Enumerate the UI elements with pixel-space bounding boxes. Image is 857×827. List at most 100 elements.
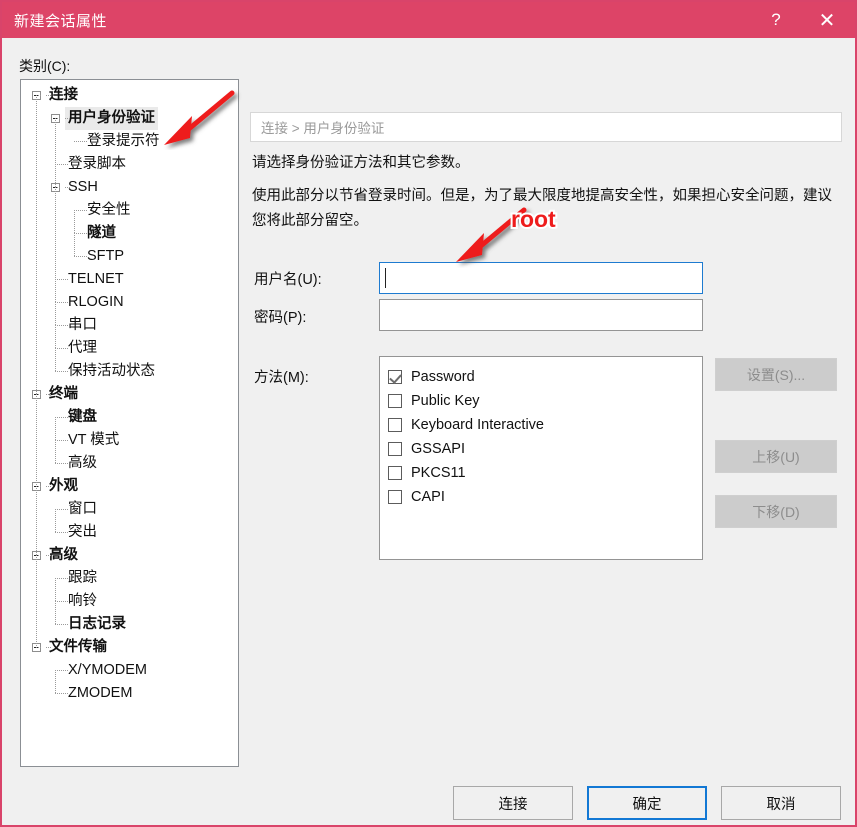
sidebar-item-label: VT 模式 — [68, 432, 120, 448]
sidebar-item-15[interactable]: VT 模式 — [21, 429, 238, 452]
sidebar-item-24[interactable]: 文件传输 — [21, 636, 238, 659]
tree-collapse-icon[interactable] — [32, 643, 41, 652]
window-title: 新建会话属性 — [14, 12, 108, 30]
sidebar-item-11[interactable]: 代理 — [21, 337, 238, 360]
move-up-button[interactable]: 上移(U) — [715, 440, 837, 473]
sidebar-item-label: 终端 — [49, 386, 78, 402]
help-icon[interactable]: ? — [753, 2, 799, 38]
tree-collapse-icon[interactable] — [32, 390, 41, 399]
sidebar-item-18[interactable]: 窗口 — [21, 498, 238, 521]
password-input[interactable] — [379, 299, 703, 331]
sidebar-item-label: 高级 — [49, 547, 78, 563]
sidebar-item-13[interactable]: 终端 — [21, 383, 238, 406]
sidebar-item-21[interactable]: 跟踪 — [21, 567, 238, 590]
method-row[interactable]: Password — [388, 365, 702, 389]
checkbox-icon[interactable] — [388, 490, 402, 504]
methods-list[interactable]: Password Public Key Keyboard Interactive GS… — [379, 356, 703, 560]
method-label: PKCS11 — [411, 465, 466, 481]
sidebar-item-label: RLOGIN — [68, 294, 124, 310]
title-bar: 新建会话属性 ? ✕ — [2, 2, 855, 38]
sidebar-item-1[interactable]: 用户身份验证 — [21, 107, 238, 130]
sidebar-item-label: 串口 — [68, 317, 97, 333]
sidebar-item-label: ZMODEM — [68, 685, 133, 701]
category-tree: 连接用户身份验证登录提示符登录脚本 SSH 安全性隧道 SFTP TELNET RLOGI… — [21, 80, 238, 705]
method-row[interactable]: CAPI — [388, 485, 702, 509]
sidebar-item-25[interactable]: X/YMODEM — [21, 659, 238, 682]
username-label: 用户名(U): — [254, 272, 322, 288]
breadcrumb: 连接 > 用户身份验证 — [250, 112, 842, 142]
sidebar-item-label: 登录脚本 — [68, 156, 126, 172]
category-tree-panel[interactable]: 连接用户身份验证登录提示符登录脚本 SSH 安全性隧道 SFTP TELNET RLOGI… — [20, 79, 239, 767]
close-icon[interactable]: ✕ — [799, 2, 855, 38]
username-input[interactable] — [379, 262, 703, 294]
method-row[interactable]: Public Key — [388, 389, 702, 413]
sidebar-item-label: 日志记录 — [68, 616, 126, 632]
sidebar-item-label: 隧道 — [87, 225, 116, 241]
connect-button[interactable]: 连接 — [453, 786, 573, 820]
session-properties-dialog: 新建会话属性 ? ✕ 类别(C): 连接 用户身份验证 登录提示符 登录脚本 SSH 安全… — [0, 0, 857, 827]
sidebar-item-label: X/YMODEM — [68, 662, 147, 678]
method-row[interactable]: Keyboard Interactive — [388, 413, 702, 437]
sidebar-item-label: 连接 — [49, 87, 78, 103]
method-row[interactable]: PKCS11 — [388, 461, 702, 485]
sidebar-item-label: 跟踪 — [68, 570, 97, 586]
checkbox-icon[interactable] — [388, 466, 402, 480]
method-label: Public Key — [411, 393, 480, 409]
checkbox-icon[interactable] — [388, 418, 402, 432]
category-label: 类别(C): — [19, 58, 71, 74]
cancel-button[interactable]: 取消 — [721, 786, 841, 820]
sidebar-item-0[interactable]: 连接 — [21, 84, 238, 107]
checkbox-icon[interactable] — [388, 394, 402, 408]
annotation-root-label: root — [509, 204, 558, 234]
sidebar-item-20[interactable]: 高级 — [21, 544, 238, 567]
method-label: Password — [411, 369, 475, 385]
tree-collapse-icon[interactable] — [32, 91, 41, 100]
methods-label: 方法(M): — [254, 370, 309, 386]
move-down-button[interactable]: 下移(D) — [715, 495, 837, 528]
sidebar-item-label: 用户身份验证 — [65, 107, 158, 130]
method-label: GSSAPI — [411, 441, 465, 457]
sidebar-item-2[interactable]: 登录提示符 — [21, 130, 238, 153]
sidebar-item-3[interactable]: 登录脚本 — [21, 153, 238, 176]
sidebar-item-label: 窗口 — [68, 501, 97, 517]
sidebar-item-9[interactable]: RLOGIN — [21, 291, 238, 314]
tree-collapse-icon[interactable] — [51, 114, 60, 123]
description-line-1: 请选择身份验证方法和其它参数。 — [252, 155, 470, 171]
breadcrumb-text: 连接 > 用户身份验证 — [261, 121, 385, 136]
tree-collapse-icon[interactable] — [51, 183, 60, 192]
sidebar-item-label: 外观 — [49, 478, 78, 494]
sidebar-item-label: 登录提示符 — [87, 133, 160, 149]
sidebar-item-22[interactable]: 响铃 — [21, 590, 238, 613]
sidebar-item-6[interactable]: 隧道 — [21, 222, 238, 245]
method-row[interactable]: GSSAPI — [388, 437, 702, 461]
settings-button[interactable]: 设置(S)... — [715, 358, 837, 391]
sidebar-item-19[interactable]: 突出 — [21, 521, 238, 544]
sidebar-item-8[interactable]: TELNET — [21, 268, 238, 291]
sidebar-item-label: 保持活动状态 — [68, 363, 155, 379]
sidebar-item-label: 键盘 — [68, 409, 97, 425]
sidebar-item-10[interactable]: 串口 — [21, 314, 238, 337]
sidebar-item-label: SSH — [68, 179, 98, 195]
ok-button[interactable]: 确定 — [587, 786, 707, 820]
sidebar-item-4[interactable]: SSH — [21, 176, 238, 199]
sidebar-item-label: 响铃 — [68, 593, 97, 609]
text-cursor — [385, 268, 386, 288]
tree-collapse-icon[interactable] — [32, 482, 41, 491]
sidebar-item-7[interactable]: SFTP — [21, 245, 238, 268]
sidebar-item-label: SFTP — [87, 248, 125, 264]
sidebar-item-16[interactable]: 高级 — [21, 452, 238, 475]
checkbox-icon[interactable] — [388, 370, 402, 384]
sidebar-item-label: 突出 — [68, 524, 97, 540]
tree-collapse-icon[interactable] — [32, 551, 41, 560]
sidebar-item-12[interactable]: 保持活动状态 — [21, 360, 238, 383]
sidebar-item-label: 代理 — [68, 340, 97, 356]
sidebar-item-17[interactable]: 外观 — [21, 475, 238, 498]
sidebar-item-26[interactable]: ZMODEM — [21, 682, 238, 705]
sidebar-item-23[interactable]: 日志记录 — [21, 613, 238, 636]
sidebar-item-14[interactable]: 键盘 — [21, 406, 238, 429]
sidebar-item-label: 文件传输 — [49, 639, 107, 655]
sidebar-item-5[interactable]: 安全性 — [21, 199, 238, 222]
password-label: 密码(P): — [254, 310, 307, 326]
checkbox-icon[interactable] — [388, 442, 402, 456]
method-label: CAPI — [411, 489, 445, 505]
